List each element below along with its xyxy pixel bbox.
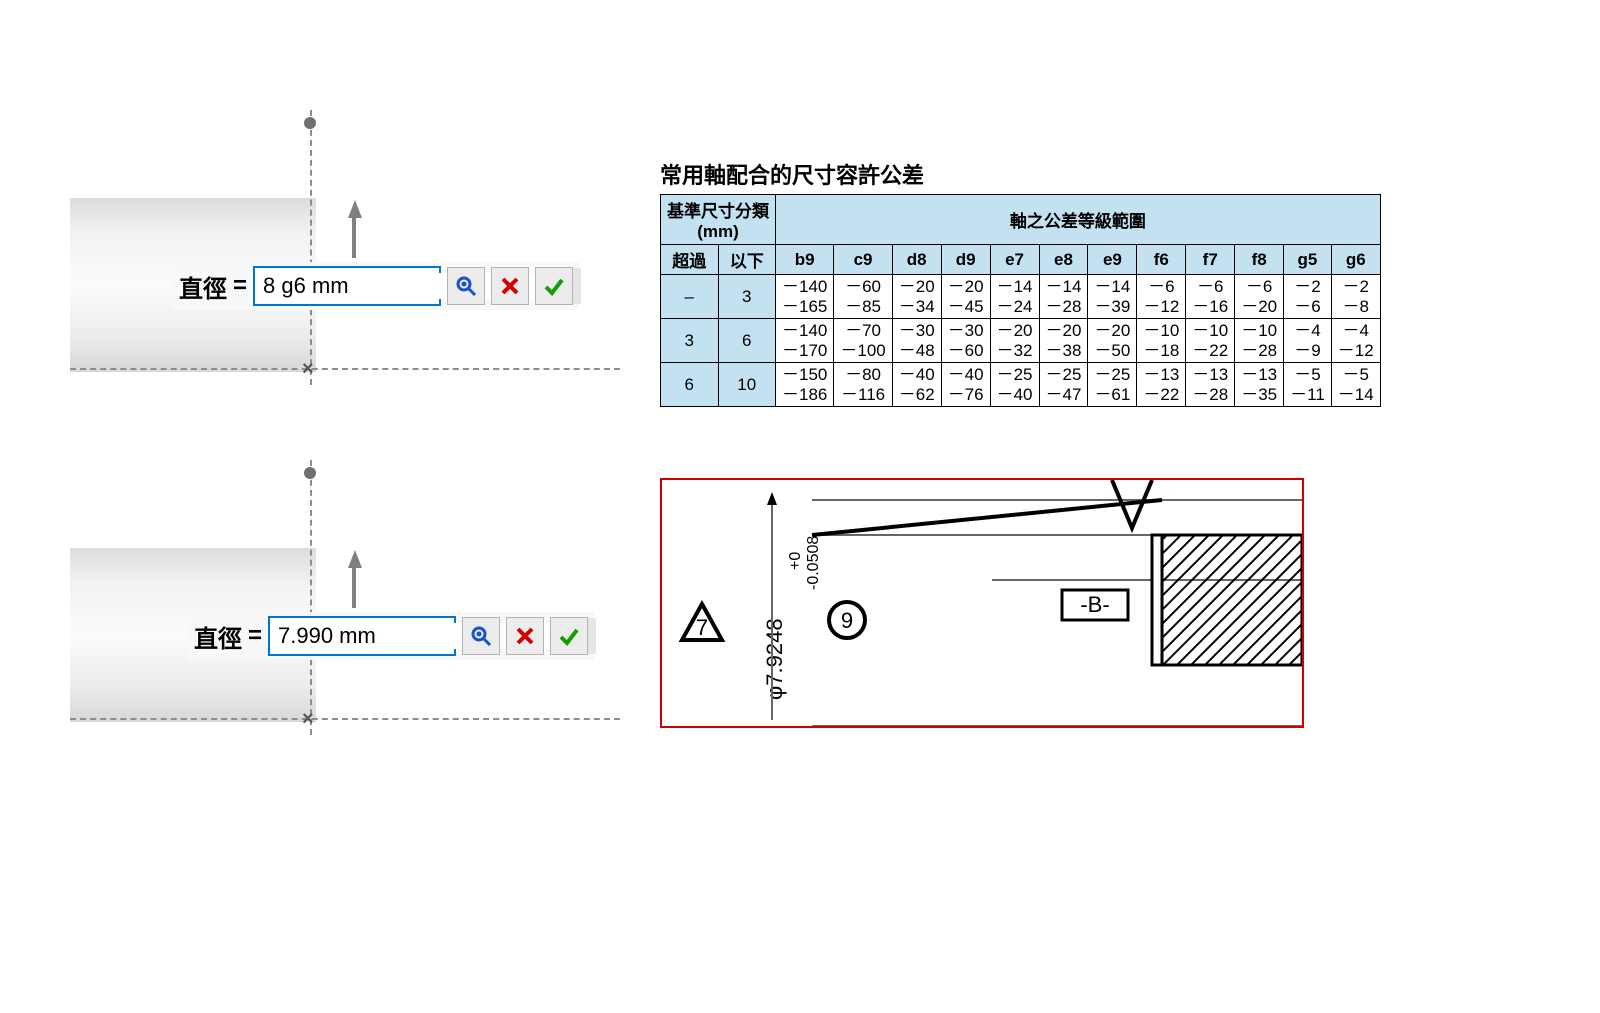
drag-handle-dot[interactable] (304, 117, 316, 129)
balloon-triangle: 7 (696, 615, 708, 640)
engineering-drawing-detail: -B- φ7.9248 +0 -0.0508 7 9 (660, 478, 1304, 728)
grade-col-f6: f6 (1137, 245, 1186, 275)
grade-col-g6: g6 (1331, 245, 1380, 275)
datum-label: -B- (1080, 592, 1109, 617)
col-over: 超過 (661, 245, 719, 275)
centerline-horizontal (70, 718, 620, 720)
tolerance-table: 基準尺寸分類 (mm) 軸之公差等級範圍 超過 以下 b9c9d8d9e7e8e… (660, 194, 1381, 407)
axis-marker: × (302, 708, 320, 726)
centerline-horizontal (70, 368, 620, 370)
tolerance-table-wrapper: 常用軸配合的尺寸容許公差 基準尺寸分類 (mm) 軸之公差等級範圍 超過 以下 … (660, 158, 1381, 407)
dimension-value-input[interactable]: ▲ ▼ (253, 266, 441, 306)
grade-header: 軸之公差等級範圍 (776, 195, 1381, 245)
dimension-leader (352, 566, 356, 608)
col-to: 以下 (718, 245, 776, 275)
grade-col-e7: e7 (990, 245, 1039, 275)
table-row: 610－150－186－80－116－40－62－40－76－25－40－25－… (661, 363, 1381, 407)
centerline-vertical (310, 110, 312, 385)
lower-tolerance: -0.0508 (805, 536, 822, 590)
cancel-button[interactable] (506, 617, 544, 655)
grade-col-b9: b9 (776, 245, 834, 275)
axis-marker: × (302, 358, 320, 376)
grade-col-d8: d8 (892, 245, 941, 275)
equals-sign: = (233, 272, 247, 300)
dimension-leader (352, 216, 356, 258)
table-row: 36－140－170－70－100－30－48－30－60－20－32－20－3… (661, 319, 1381, 363)
grade-col-f8: f8 (1235, 245, 1284, 275)
table-title: 常用軸配合的尺寸容許公差 (660, 158, 1381, 190)
cad-view-1: × (70, 110, 620, 390)
balloon-circle: 9 (841, 608, 853, 633)
grade-col-g5: g5 (1284, 245, 1332, 275)
grade-col-c9: c9 (834, 245, 892, 275)
cancel-button[interactable] (491, 267, 529, 305)
grade-col-d9: d9 (941, 245, 990, 275)
zoom-button[interactable] (447, 267, 485, 305)
dimension-input-row-2: 直徑 = ▲ ▼ (188, 612, 594, 660)
upper-tolerance: +0 (787, 552, 804, 570)
table-row: –3－140－165－60－85－20－34－20－45－14－24－14－28… (661, 275, 1381, 319)
confirm-button[interactable] (550, 617, 588, 655)
dimension-input-row-1: 直徑 = ▲ ▼ (173, 262, 579, 310)
drag-handle-dot[interactable] (304, 467, 316, 479)
cad-view-2: × (70, 460, 620, 740)
diameter-value: φ7.9248 (762, 618, 787, 700)
dimension-label: 直徑 (179, 269, 227, 304)
range-header: 基準尺寸分類 (mm) (661, 195, 776, 245)
centerline-vertical (310, 460, 312, 735)
equals-sign: = (248, 622, 262, 650)
confirm-button[interactable] (535, 267, 573, 305)
dimension-label: 直徑 (194, 619, 242, 654)
dimension-value-input[interactable]: ▲ ▼ (268, 616, 456, 656)
grade-col-e8: e8 (1039, 245, 1088, 275)
zoom-button[interactable] (462, 617, 500, 655)
grade-col-e9: e9 (1088, 245, 1137, 275)
grade-col-f7: f7 (1186, 245, 1235, 275)
